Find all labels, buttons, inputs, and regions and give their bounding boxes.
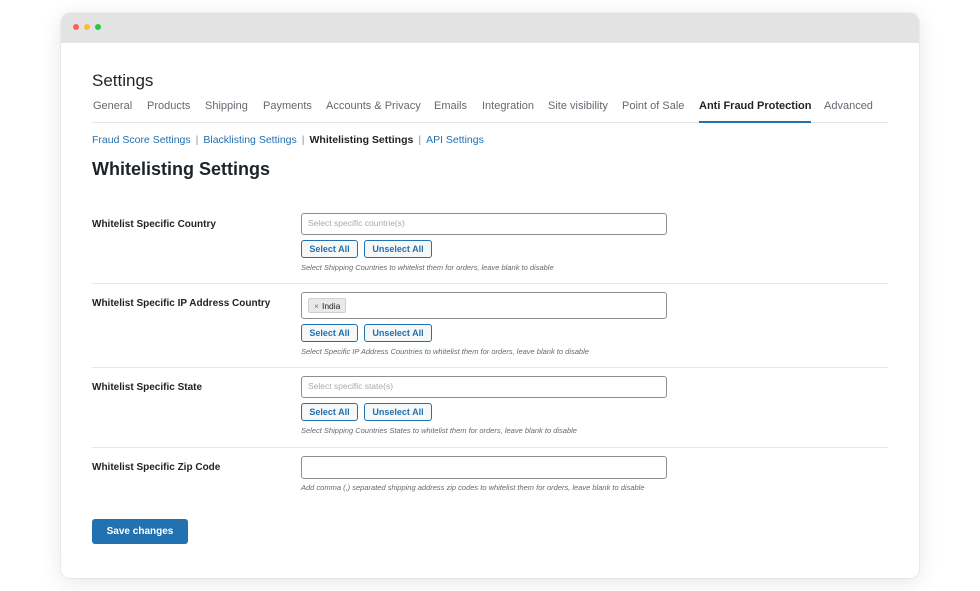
window-titlebar [61, 13, 919, 43]
subnav-separator: | [301, 134, 305, 146]
subnav-separator: | [418, 134, 422, 146]
country-select-all-button[interactable]: Select All [301, 240, 358, 258]
tab-site-visibility[interactable]: Site visibility [548, 100, 608, 123]
tab-accounts-privacy[interactable]: Accounts & Privacy [326, 100, 421, 123]
selected-country-chip: × India [308, 298, 347, 313]
zip-code-input[interactable] [301, 456, 667, 479]
ip-country-select-all-button[interactable]: Select All [301, 324, 358, 342]
subnav-whitelisting-settings: Whitelisting Settings [309, 134, 414, 146]
tab-point-of-sale[interactable]: Point of Sale [622, 100, 684, 123]
tab-anti-fraud-protection[interactable]: Anti Fraud Protection [699, 100, 812, 123]
page-title: Settings [92, 71, 154, 90]
tab-payments[interactable]: Payments [263, 100, 312, 123]
state-field-label: Whitelist Specific State [92, 382, 203, 393]
row-divider [92, 367, 888, 368]
sub-navigation: Fraud Score Settings | Blacklisting Settin… [92, 134, 484, 146]
section-title: Whitelisting Settings [92, 159, 270, 179]
tab-emails[interactable]: Emails [434, 100, 467, 123]
subnav-fraud-score-settings[interactable]: Fraud Score Settings [92, 134, 191, 146]
minimize-window-dot[interactable] [84, 24, 90, 30]
state-unselect-all-button[interactable]: Unselect All [364, 403, 432, 421]
maximize-window-dot[interactable] [95, 24, 101, 30]
ip-country-select[interactable]: × India [301, 292, 667, 319]
tab-integration[interactable]: Integration [482, 100, 534, 123]
tab-advanced[interactable]: Advanced [824, 100, 873, 123]
country-field-description: Select Shipping Countries to whitelist t… [301, 263, 554, 272]
subnav-separator: | [195, 134, 199, 146]
state-field-description: Select Shipping Countries States to whit… [301, 426, 577, 435]
subnav-blacklisting-settings[interactable]: Blacklisting Settings [203, 134, 296, 146]
tab-general[interactable]: General [93, 100, 132, 123]
subnav-api-settings[interactable]: API Settings [426, 134, 484, 146]
country-field-label: Whitelist Specific Country [92, 219, 216, 230]
country-unselect-all-button[interactable]: Unselect All [364, 240, 432, 258]
state-select-all-button[interactable]: Select All [301, 403, 358, 421]
zip-field-description: Add comma (,) separated shipping address… [301, 483, 645, 492]
tab-shipping[interactable]: Shipping [205, 100, 248, 123]
row-divider [92, 283, 888, 284]
remove-chip-icon[interactable]: × [314, 301, 319, 311]
chip-label: India [321, 301, 341, 311]
browser-window: Settings General Products Shipping Payme… [61, 13, 919, 578]
save-changes-button[interactable]: Save changes [92, 519, 188, 544]
settings-tabs: General Products Shipping Payments Accou… [92, 100, 888, 123]
country-select[interactable]: Select specific countrie(s) [301, 213, 667, 235]
ip-country-field-description: Select Specific IP Address Countries to … [301, 347, 589, 356]
ip-country-unselect-all-button[interactable]: Unselect All [364, 324, 432, 342]
country-select-placeholder: Select specific countrie(s) [308, 218, 405, 228]
tab-products[interactable]: Products [147, 100, 190, 123]
ip-country-field-label: Whitelist Specific IP Address Country [92, 298, 271, 309]
state-select-placeholder: Select specific state(s) [308, 381, 394, 391]
zip-field-label: Whitelist Specific Zip Code [92, 462, 221, 473]
state-select[interactable]: Select specific state(s) [301, 376, 667, 398]
row-divider [92, 447, 888, 448]
close-window-dot[interactable] [73, 24, 79, 30]
